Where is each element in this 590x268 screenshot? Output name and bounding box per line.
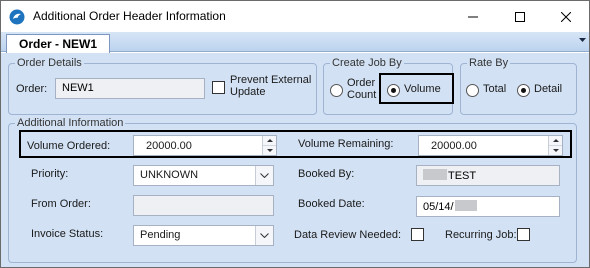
dropdown-arrow-icon[interactable] xyxy=(579,38,586,42)
total-label: Total xyxy=(483,83,507,95)
detail-label: Detail xyxy=(534,83,563,95)
dialog-window: Additional Order Header Information Orde… xyxy=(0,0,590,268)
close-icon xyxy=(561,11,571,22)
booked-date-field[interactable]: 05/14/ xyxy=(416,196,560,217)
booked-by-label: Booked By: xyxy=(298,168,355,180)
recurring-job-label: Recurring Job: xyxy=(445,229,517,241)
order-field[interactable]: NEW1 xyxy=(55,78,205,99)
tab-order-label: Order - NEW1 xyxy=(18,37,97,51)
detail-radio[interactable] xyxy=(517,84,530,97)
app-icon xyxy=(9,9,25,25)
order-count-radio[interactable] xyxy=(330,84,343,97)
tab-strip: Order - NEW1 xyxy=(1,32,589,53)
data-review-checkbox[interactable] xyxy=(411,228,424,241)
invoice-status-select[interactable]: Pending xyxy=(133,225,274,246)
total-radio[interactable] xyxy=(466,84,479,97)
additional-info-legend: Additional Information xyxy=(15,117,126,129)
redacted-block xyxy=(423,169,447,180)
booked-date-value: 05/14/ xyxy=(423,201,454,213)
from-order-label: From Order: xyxy=(31,198,91,210)
title-bar[interactable]: Additional Order Header Information xyxy=(1,1,589,32)
window-title: Additional Order Header Information xyxy=(33,9,226,23)
prevent-update-label: Prevent External Update xyxy=(230,74,312,98)
booked-date-label: Booked Date: xyxy=(298,198,365,210)
priority-select[interactable]: UNKNOWN xyxy=(133,165,274,186)
maximize-button[interactable] xyxy=(497,1,543,32)
rate-by-legend: Rate By xyxy=(467,57,511,69)
minimize-icon xyxy=(468,16,478,17)
maximize-icon xyxy=(515,11,525,22)
order-count-label: Order Count xyxy=(347,77,377,101)
chevron-down-icon xyxy=(260,233,269,238)
create-job-by-legend: Create Job By xyxy=(330,57,404,69)
invoice-status-label: Invoice Status: xyxy=(31,228,104,240)
close-button[interactable] xyxy=(543,1,589,32)
chevron-down-icon xyxy=(260,173,269,178)
rate-by-group: Rate By Total Detail xyxy=(460,57,577,115)
priority-value: UNKNOWN xyxy=(140,169,199,181)
priority-label: Priority: xyxy=(31,168,69,180)
from-order-field[interactable] xyxy=(133,195,274,216)
prevent-update-checkbox[interactable] xyxy=(212,81,225,94)
content-panel: Order Details Order: NEW1 Prevent Extern… xyxy=(1,53,589,267)
booked-by-value: TEST xyxy=(448,170,477,182)
booked-by-field[interactable]: TEST xyxy=(416,165,560,186)
recurring-job-checkbox[interactable] xyxy=(517,228,530,241)
minimize-button[interactable] xyxy=(450,1,496,32)
redacted-block xyxy=(454,200,477,211)
order-details-legend: Order Details xyxy=(15,57,84,69)
volume-row-highlight xyxy=(19,130,572,158)
order-label: Order: xyxy=(16,83,48,95)
data-review-label: Data Review Needed: xyxy=(294,229,402,241)
invoice-status-value: Pending xyxy=(140,229,181,241)
volume-highlight xyxy=(379,73,454,104)
tab-order[interactable]: Order - NEW1 xyxy=(6,34,110,53)
order-details-group: Order Details Order: NEW1 Prevent Extern… xyxy=(8,57,317,115)
